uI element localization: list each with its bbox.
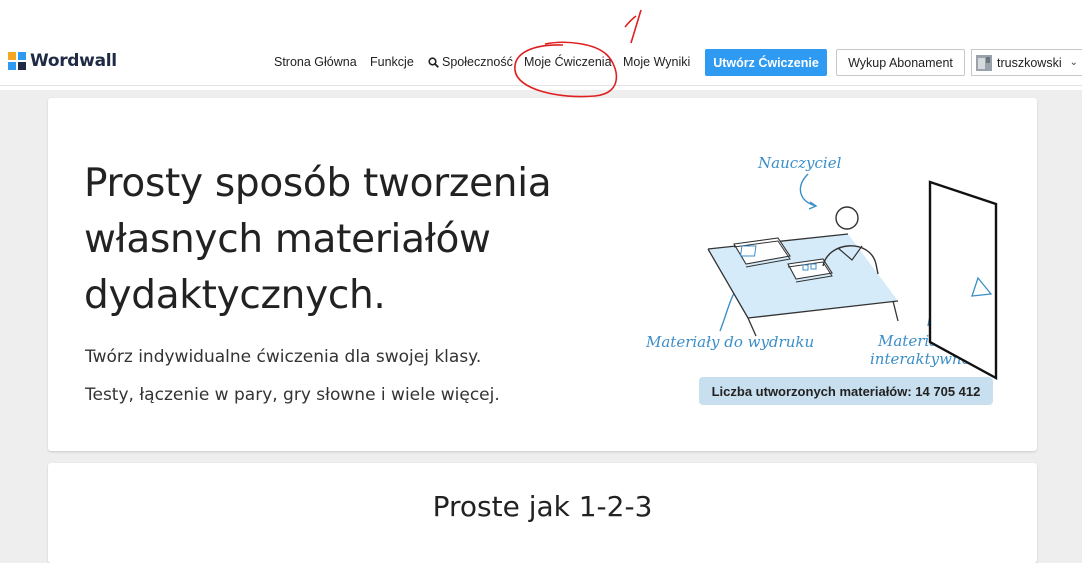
wordwall-logo[interactable]: Wordwall — [8, 51, 117, 71]
chevron-down-icon: ⌄ — [1069, 57, 1078, 68]
search-icon — [428, 56, 439, 68]
nav-features-link[interactable]: Funkcje — [370, 55, 414, 69]
nav-home-link[interactable]: Strona Główna — [274, 55, 357, 69]
nav-community-link[interactable]: Społeczność — [428, 55, 513, 69]
easy-section-title: Proste jak 1-2-3 — [432, 490, 653, 523]
top-navigation-bar: Wordwall Strona Główna Funkcje Społeczno… — [0, 0, 1082, 90]
hero-title: Prosty sposób tworzenia własnych materia… — [84, 161, 552, 318]
teacher-label: Nauczyciel — [757, 154, 842, 172]
user-menu[interactable]: truszkowski ⌄ — [971, 49, 1082, 76]
materials-count-badge: Liczba utworzonych materiałów: 14 705 41… — [699, 377, 993, 405]
subscribe-button[interactable]: Wykup Abonament — [836, 49, 965, 76]
wordwall-logo-icon — [8, 52, 26, 70]
header-divider — [0, 85, 1082, 86]
username: truszkowski — [997, 55, 1062, 70]
hero-subtitle-line-1: Twórz indywidualne ćwiczenia dla swojej … — [85, 347, 482, 367]
printables-label: Materiały do wydruku — [645, 333, 814, 351]
nav-my-results-link[interactable]: Moje Wyniki — [623, 55, 690, 69]
create-activity-button[interactable]: Utwórz Ćwiczenie — [705, 49, 827, 76]
classroom-illustration: Nauczyciel Materiały do wydruku Materiał… — [645, 154, 998, 381]
easy-as-123-card: Proste jak 1-2-3 — [48, 463, 1037, 563]
logo-text: Wordwall — [30, 51, 117, 71]
hero-card: Prosty sposób tworzenia własnych materia… — [48, 98, 1037, 451]
avatar — [976, 54, 992, 71]
nav-my-activities-link[interactable]: Moje Ćwiczenia — [524, 55, 612, 69]
nav-community-label: Społeczność — [442, 55, 513, 69]
hero-subtitle-line-2: Testy, łączenie w pary, gry słowne i wie… — [85, 385, 500, 405]
